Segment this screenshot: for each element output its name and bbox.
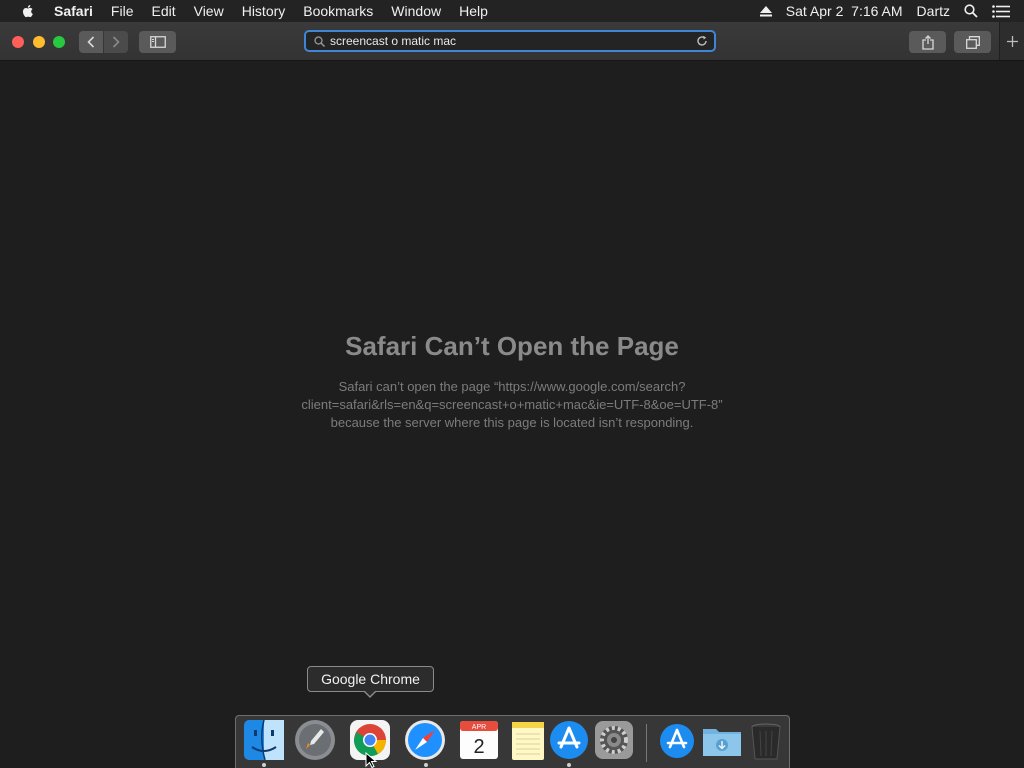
forward-button[interactable] <box>104 31 128 53</box>
dock-downloads[interactable] <box>701 719 743 761</box>
spotlight-search-icon[interactable] <box>964 4 978 18</box>
share-icon <box>921 34 934 50</box>
sidebar-icon <box>149 36 166 48</box>
share-button[interactable] <box>909 31 946 53</box>
applications-folder-icon <box>660 724 694 758</box>
menu-bar: Safari File Edit View History Bookmarks … <box>0 0 1024 22</box>
dock-app-store[interactable] <box>548 719 590 761</box>
menu-edit[interactable]: Edit <box>142 3 184 19</box>
dock-safari[interactable] <box>404 719 446 761</box>
notes-icon <box>512 722 544 760</box>
launchpad-icon <box>295 720 335 760</box>
address-bar[interactable] <box>304 30 716 52</box>
tabs-icon <box>965 35 980 49</box>
menu-history[interactable]: History <box>233 3 295 19</box>
dock-separator <box>646 724 647 762</box>
calendar-day: 2 <box>473 736 484 758</box>
dock-launchpad[interactable] <box>294 719 336 761</box>
chevron-right-icon <box>112 36 120 48</box>
plus-icon <box>1007 35 1018 47</box>
menu-window[interactable]: Window <box>382 3 450 19</box>
dock-trash[interactable] <box>745 719 787 761</box>
downloads-folder-icon <box>703 729 741 756</box>
finder-icon <box>244 719 284 761</box>
eject-icon[interactable] <box>759 5 772 17</box>
dock-notes[interactable] <box>508 719 550 761</box>
menu-view[interactable]: View <box>185 3 233 19</box>
menu-bookmarks[interactable]: Bookmarks <box>294 3 382 19</box>
close-window-button[interactable] <box>12 36 24 48</box>
dock-finder[interactable] <box>243 719 285 761</box>
dock-running-indicator <box>424 763 428 767</box>
dock-calendar[interactable]: APR 2 <box>458 719 500 761</box>
calendar-month: APR <box>472 724 486 731</box>
chevron-left-icon <box>87 36 95 48</box>
error-message-line-1: Safari can’t open the page “https://www.… <box>338 379 686 394</box>
menu-file[interactable]: File <box>102 3 143 19</box>
new-tab-button[interactable] <box>999 22 1024 60</box>
dock-running-indicator <box>262 763 266 767</box>
notification-center-icon[interactable] <box>992 4 1010 18</box>
error-message: Safari can’t open the page “https://www.… <box>272 378 752 432</box>
dock-tooltip: Google Chrome <box>307 666 434 692</box>
safari-compass-icon <box>405 720 445 760</box>
gear-icon <box>595 721 633 759</box>
menu-help[interactable]: Help <box>450 3 497 19</box>
show-sidebar-button[interactable] <box>139 31 176 53</box>
app-store-icon <box>550 721 588 759</box>
page-content: Safari Can’t Open the Page Safari can’t … <box>0 61 1024 715</box>
calendar-icon: APR 2 <box>460 721 498 759</box>
zoom-window-button[interactable] <box>53 36 65 48</box>
dock-applications[interactable] <box>656 719 698 761</box>
apple-icon[interactable] <box>20 3 36 19</box>
error-title: Safari Can’t Open the Page <box>345 331 679 361</box>
menu-user[interactable]: Dartz <box>917 3 950 19</box>
dock-system-preferences[interactable] <box>593 719 635 761</box>
minimize-window-button[interactable] <box>33 36 45 48</box>
dock-running-indicator <box>567 763 571 767</box>
menu-app-safari[interactable]: Safari <box>48 3 102 19</box>
trash-icon <box>751 723 781 760</box>
menu-clock[interactable]: Sat Apr 2 7:16 AM <box>786 3 903 19</box>
address-input[interactable] <box>330 34 690 48</box>
safari-toolbar <box>0 22 1024 61</box>
back-button[interactable] <box>79 31 103 53</box>
error-message-line-3: because the server where this page is lo… <box>330 415 694 430</box>
mouse-cursor-icon <box>365 752 377 768</box>
reload-icon[interactable] <box>696 35 708 47</box>
tab-overview-button[interactable] <box>954 31 991 53</box>
error-message-line-2: client=safari&rls=en&q=screencast+o+mati… <box>301 397 723 412</box>
dock-tooltip-arrow <box>363 690 377 698</box>
dock: APR 2 <box>235 715 790 768</box>
search-icon <box>314 35 325 47</box>
